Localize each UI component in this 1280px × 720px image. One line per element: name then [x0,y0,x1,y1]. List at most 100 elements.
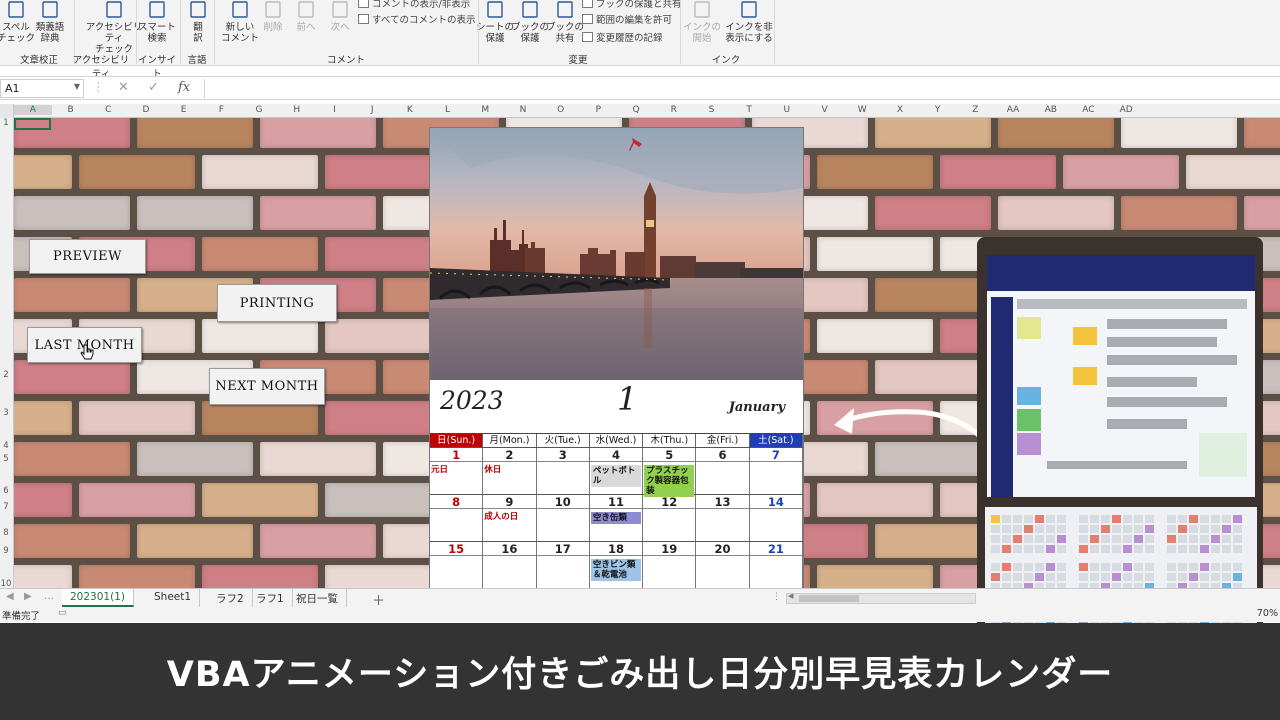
row-header[interactable]: 6 [0,486,12,496]
preview-button[interactable]: PREVIEW [29,239,146,274]
column-header[interactable]: I [316,105,354,115]
column-header[interactable]: V [806,105,844,115]
column-header[interactable]: Q [617,105,655,115]
calendar-day-cell[interactable]: 3 [536,448,590,494]
row-header[interactable]: 1 [0,118,12,128]
chevron-down-icon[interactable]: ▼ [74,82,80,91]
zoom-level[interactable]: 70% [1257,608,1278,619]
calendar-day-cell[interactable]: 10 [536,495,590,541]
cancel-icon[interactable]: ✕ [118,80,129,95]
column-header[interactable]: Y [919,105,957,115]
calendar-day-cell[interactable]: 15 [430,542,484,588]
calendar-day-cell[interactable]: 14 [749,495,803,541]
column-header[interactable]: J [353,105,391,115]
calendar-day-cell[interactable]: 13 [696,495,750,541]
row-header[interactable]: 4 [0,441,12,451]
calendar-day-cell[interactable]: 19 [643,542,697,588]
horizontal-scrollbar[interactable]: ◀ [786,592,976,604]
macro-record-icon[interactable]: ▭ [58,608,67,618]
calendar-day-cell[interactable]: 1 元日 [430,448,484,494]
row-header[interactable]: 3 [0,408,12,418]
calendar-day-cell[interactable]: 11 空き缶類 [589,495,644,541]
sheet-tab[interactable]: ラフ2 [208,589,253,607]
translate-button[interactable]: 翻 訳 [178,0,218,44]
ink-hide-button[interactable]: インクを非 表示にする [723,0,775,44]
calendar-day-cell[interactable]: 21 [749,542,803,588]
column-header[interactable]: M [466,105,504,115]
column-header[interactable]: AD [1107,105,1145,115]
column-header[interactable]: A [14,105,52,115]
split-handle-icon[interactable]: ⋮ [772,592,781,602]
column-header[interactable]: B [52,105,90,115]
thesaurus-button[interactable]: 類義語 辞典 [30,0,70,44]
sheet-tab[interactable]: Sheet1 [146,589,201,607]
calendar-day-cell[interactable]: 18 空きビン類＆乾電池 [589,542,644,588]
row-header[interactable]: 7 [0,502,12,512]
share-book-button[interactable]: ブックの 共有 [545,0,585,44]
select-all-corner[interactable] [0,104,14,118]
calendar-day-cell[interactable]: 6 [696,448,750,494]
column-header[interactable]: X [881,105,919,115]
selected-cell-a1[interactable] [14,118,51,130]
column-header[interactable]: G [240,105,278,115]
column-header[interactable]: D [127,105,165,115]
column-header[interactable]: Z [957,105,995,115]
tab-scroll-left-icon[interactable]: ◀ [6,591,14,602]
row-header[interactable]: 8 [0,528,12,538]
column-header[interactable]: T [730,105,768,115]
calendar-day-cell[interactable]: 4 ペットボトル [589,448,644,494]
sheet-tab[interactable]: ラフ1 [248,589,293,607]
tab-scroll-right-icon[interactable]: ▶ [24,591,32,602]
formula-input[interactable] [204,79,1280,98]
row-header[interactable]: 2 [0,370,12,380]
row-header[interactable]: 5 [0,454,12,464]
printing-button[interactable]: PRINTING [217,284,337,322]
protect-book-button[interactable]: ブックの 保護 [510,0,550,44]
column-header[interactable]: N [504,105,542,115]
show-all-comments-button[interactable]: すべてのコメントの表示 [358,12,475,26]
smart-lookup-button[interactable]: スマート 検索 [137,0,177,44]
column-header[interactable]: H [278,105,316,115]
column-header[interactable]: P [580,105,618,115]
name-box[interactable]: A1 ▼ [0,79,84,98]
calendar-day-cell[interactable]: 2 休日 [483,448,537,494]
enter-icon[interactable]: ✓ [148,80,159,95]
next-comment-button[interactable]: 次へ [320,0,360,33]
scrollbar-thumb[interactable] [799,595,859,602]
insert-function-button[interactable]: fx [178,80,190,95]
track-changes-button[interactable]: 変更履歴の記録 [582,30,663,44]
column-header[interactable]: AB [1032,105,1070,115]
column-header[interactable]: R [655,105,693,115]
column-header[interactable]: O [542,105,580,115]
protect-sheet-button[interactable]: シートの 保護 [475,0,515,44]
column-header[interactable]: E [165,105,203,115]
column-header[interactable]: C [89,105,127,115]
calendar-day-cell[interactable]: 16 [483,542,537,588]
sheet-tab[interactable]: 202301(1) [62,589,134,607]
next-month-button[interactable]: NEXT MONTH [209,368,325,405]
column-header[interactable]: AC [1070,105,1108,115]
calendar-day-cell[interactable]: 17 [536,542,590,588]
column-header[interactable]: L [429,105,467,115]
calendar-day-cell[interactable]: 5 プラスチック製容器包装 [643,448,697,497]
calendar-day-cell[interactable]: 7 [749,448,803,494]
protect-share-book-button[interactable]: ブックの保護と共有 [582,0,682,10]
row-header[interactable]: 9 [0,546,12,556]
ink-start-button[interactable]: インクの 開始 [682,0,722,44]
column-header[interactable]: U [768,105,806,115]
allow-edit-ranges-button[interactable]: 範囲の編集を許可 [582,12,672,26]
column-header[interactable]: W [843,105,881,115]
scroll-left-icon[interactable]: ◀ [788,592,793,600]
calendar-day-cell[interactable]: 20 [696,542,750,588]
calendar-day-cell[interactable]: 9 成人の日 [483,495,537,541]
add-sheet-icon[interactable]: ＋ [372,590,385,609]
show-hide-comment-button[interactable]: コメントの表示/非表示 [358,0,470,10]
column-header[interactable]: S [693,105,731,115]
sheet-tab[interactable]: 祝日一覧 [288,589,347,607]
tab-more-icon[interactable]: … [44,591,54,602]
column-header[interactable]: AA [994,105,1032,115]
calendar-day-cell[interactable]: 12 [643,495,697,541]
column-header[interactable]: K [391,105,429,115]
calendar-day-cell[interactable]: 8 [430,495,484,541]
column-header[interactable]: F [203,105,241,115]
